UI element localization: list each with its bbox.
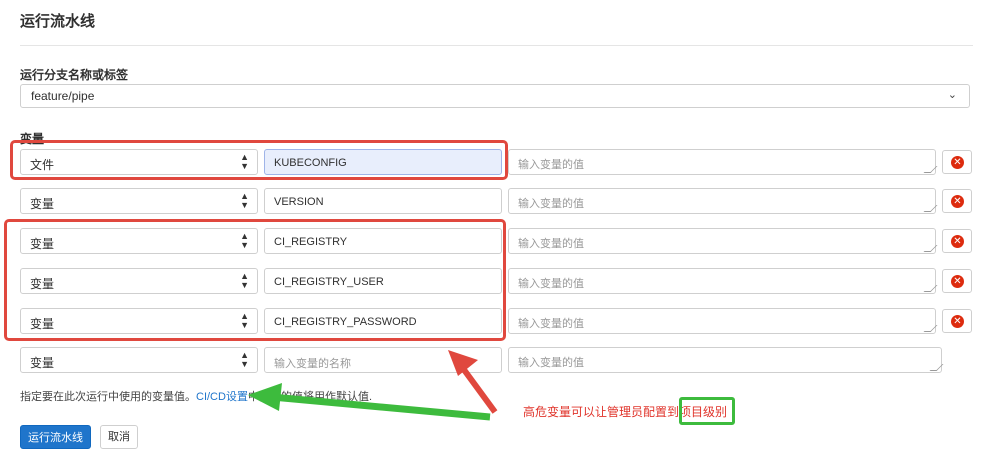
red-arrow-shaft xyxy=(459,365,498,414)
annotation-arrows xyxy=(248,350,498,421)
annotation-green-box xyxy=(679,397,735,425)
green-arrow-head xyxy=(248,383,282,411)
annotation-prefix: 高危变量可以让管理员配置到 xyxy=(523,405,680,419)
green-arrow-shaft xyxy=(271,393,491,421)
